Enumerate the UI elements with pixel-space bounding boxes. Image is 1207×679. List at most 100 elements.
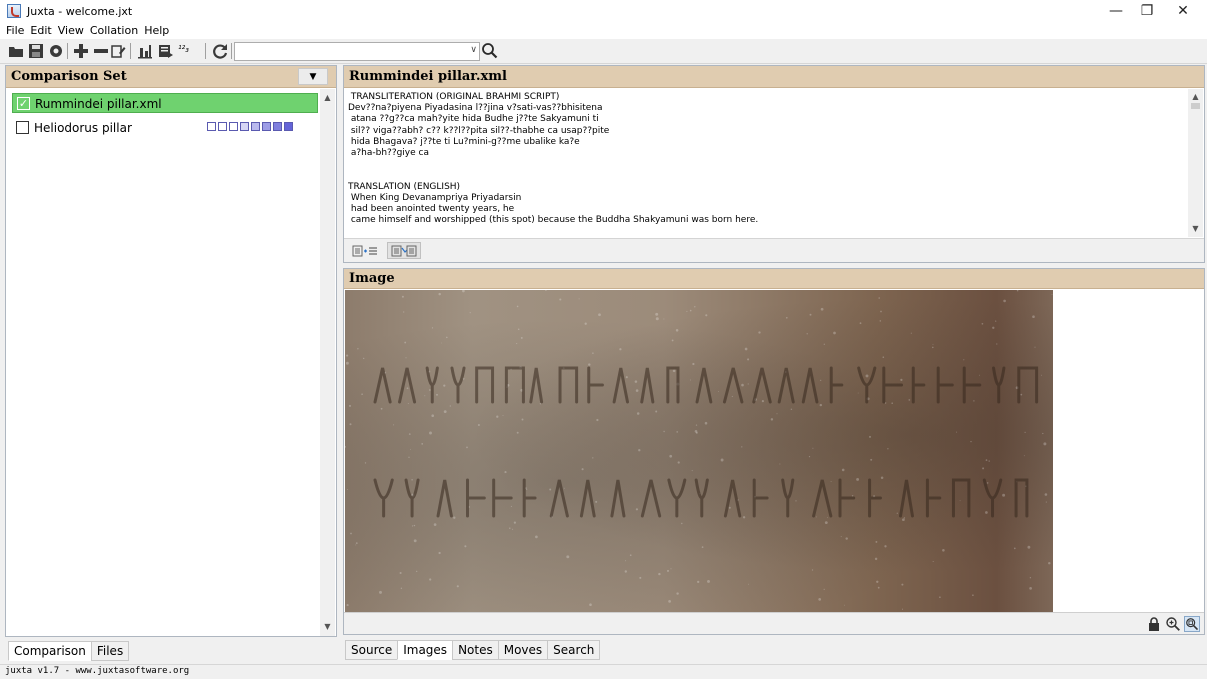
zoom-in-icon[interactable]: [1165, 616, 1181, 632]
menu-view[interactable]: View: [58, 22, 84, 39]
stone-speckle: [513, 521, 516, 524]
stone-speckle: [720, 458, 724, 462]
tab-files[interactable]: Files: [90, 641, 130, 661]
add-icon[interactable]: [73, 43, 89, 59]
comparison-set-panel: Comparison Set ▼ ✓ Rummindei pillar.xml …: [5, 65, 337, 637]
stone-speckle: [851, 495, 854, 497]
edit-view-button[interactable]: [387, 242, 421, 259]
stone-speckle: [884, 545, 887, 548]
stone-speckle: [758, 331, 761, 334]
document-checkbox[interactable]: [16, 121, 29, 134]
stone-speckle: [1002, 493, 1006, 497]
numbering-icon[interactable]: ¹²₃: [178, 45, 202, 61]
carved-glyph: [579, 479, 596, 518]
stone-speckle: [776, 413, 778, 415]
left-panel-tabs: Comparison Files: [8, 641, 130, 661]
document-text-line: had been anointed twenty years, he: [348, 204, 515, 215]
stone-speckle: [635, 389, 639, 392]
document-scrollbar[interactable]: ▲ ▼: [1188, 89, 1203, 237]
zoom-fit-icon[interactable]: [1184, 616, 1200, 632]
stone-speckle: [655, 410, 658, 413]
stone-speckle: [624, 570, 627, 573]
stone-speckle: [512, 528, 514, 530]
scroll-thumb[interactable]: [1191, 103, 1200, 109]
tab-comparison[interactable]: Comparison: [8, 641, 92, 661]
stone-speckle: [619, 348, 622, 351]
menu-file[interactable]: File: [6, 22, 24, 39]
density-square: [262, 122, 271, 131]
stone-speckle: [880, 476, 884, 479]
chart-icon[interactable]: [137, 43, 153, 59]
comparison-set-scrollbar[interactable]: ▲ ▼: [320, 89, 335, 636]
carved-glyph: [475, 366, 495, 404]
stone-speckle: [986, 482, 989, 484]
carved-glyph: [450, 366, 466, 404]
carved-glyph: [558, 366, 579, 404]
chevron-down-icon[interactable]: ∨: [470, 45, 477, 55]
stone-speckle: [549, 488, 552, 491]
stone-speckle: [535, 535, 538, 539]
tab-source[interactable]: Source: [345, 640, 399, 660]
stone-speckle: [942, 549, 945, 552]
stone-speckle: [959, 500, 961, 502]
scroll-down-icon[interactable]: ▼: [1188, 222, 1203, 236]
stone-speckle: [666, 569, 670, 572]
tab-search[interactable]: Search: [547, 640, 601, 660]
stone-speckle: [1023, 455, 1025, 457]
stone-speckle: [438, 292, 441, 296]
document-checkbox[interactable]: ✓: [17, 97, 30, 110]
refresh-icon[interactable]: [212, 43, 228, 59]
stone-speckle: [405, 357, 407, 359]
stone-speckle: [963, 359, 965, 361]
document-row-rummindei[interactable]: ✓ Rummindei pillar.xml: [12, 93, 318, 113]
save-icon[interactable]: [28, 43, 44, 59]
menu-collation[interactable]: Collation: [90, 22, 138, 39]
settings-icon[interactable]: [48, 43, 64, 59]
stone-speckle: [413, 539, 417, 543]
carved-glyph: [752, 367, 772, 404]
lock-icon[interactable]: [1146, 616, 1162, 632]
stone-speckle: [357, 348, 359, 350]
search-icon[interactable]: [481, 42, 499, 60]
remove-icon[interactable]: [93, 43, 109, 59]
document-text-panel: Rummindei pillar.xml TRANSLITERATION (OR…: [343, 65, 1205, 263]
tab-moves[interactable]: Moves: [497, 640, 549, 660]
open-folder-icon[interactable]: [8, 43, 24, 59]
stone-speckle: [887, 448, 889, 450]
side-by-side-view-button[interactable]: [348, 242, 382, 259]
document-row-heliodorus[interactable]: Heliodorus pillar: [12, 118, 318, 138]
document-panel-header: Rummindei pillar.xml: [344, 66, 1204, 88]
comparison-set-dropdown-button[interactable]: ▼: [298, 68, 328, 85]
tab-images[interactable]: Images: [397, 640, 454, 660]
stone-speckle: [902, 518, 905, 522]
search-combo-box[interactable]: ∨: [234, 42, 480, 61]
stone-speckle: [970, 440, 972, 443]
stone-speckle: [707, 579, 710, 583]
juxta-window: Juxta - welcome.jxt — ❐ ✕ File Edit View…: [0, 0, 1207, 679]
carved-glyph: [694, 478, 709, 518]
menu-edit[interactable]: Edit: [30, 22, 51, 39]
stone-speckle: [694, 306, 696, 308]
edit-icon[interactable]: [110, 43, 126, 59]
carved-glyph: [1014, 478, 1029, 518]
document-text-line: TRANSLATION (ENGLISH): [348, 181, 461, 192]
menu-bar: File Edit View Collation Help: [0, 22, 1207, 39]
export-icon[interactable]: [158, 43, 174, 59]
stone-speckle: [932, 560, 934, 563]
scroll-up-icon[interactable]: ▲: [320, 91, 335, 105]
density-square: [284, 122, 293, 131]
stone-speckle: [748, 583, 750, 585]
stone-speckle: [981, 322, 984, 325]
image-panel-header: Image: [344, 269, 1204, 289]
tab-notes[interactable]: Notes: [452, 640, 499, 660]
stone-speckle: [399, 571, 402, 575]
menu-help[interactable]: Help: [144, 22, 169, 39]
stone-speckle: [349, 423, 352, 426]
stone-speckle: [779, 463, 781, 465]
scroll-down-icon[interactable]: ▼: [320, 620, 335, 634]
stone-speckle: [790, 408, 793, 411]
stone-speckle: [1027, 545, 1031, 549]
document-text: TRANSLITERATION (ORIGINAL BRAHMI SCRIPT)…: [348, 92, 1188, 237]
scroll-up-icon[interactable]: ▲: [1188, 90, 1203, 104]
close-button[interactable]: ✕: [1160, 0, 1206, 22]
